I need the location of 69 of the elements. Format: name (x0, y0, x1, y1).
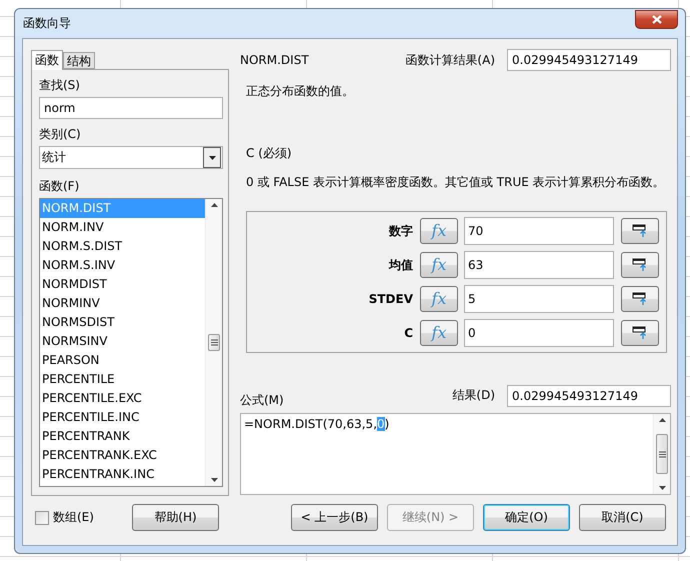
function-item[interactable]: NORMDIST (40, 275, 205, 294)
function-item[interactable]: PERCENTRANK.EXC (40, 446, 205, 465)
collapse-button[interactable] (621, 252, 659, 278)
function-item[interactable]: PERCENTILE (40, 370, 205, 389)
argument-label: C (403, 326, 414, 340)
scroll-down-icon[interactable] (210, 478, 218, 482)
category-value: 统计 (42, 149, 66, 166)
function-item[interactable]: NORMSDIST (40, 313, 205, 332)
function-description: 正态分布函数的值。 (245, 83, 355, 100)
ok-button[interactable]: 确定(O) (483, 504, 570, 531)
argument-field[interactable]: 5 (464, 285, 614, 313)
scroll-thumb[interactable] (208, 334, 220, 351)
help-button[interactable]: 帮助(H) (132, 504, 219, 531)
collapse-dialog-icon (632, 224, 648, 238)
function-item[interactable]: PERCENTRANK.INC (40, 465, 205, 484)
search-field[interactable]: norm (39, 97, 223, 119)
argument-field[interactable]: 0 (464, 319, 614, 347)
functions-label: 函数(F) (39, 179, 80, 194)
function-item[interactable]: NORMSINV (40, 332, 205, 351)
cancel-button[interactable]: 取消(C) (579, 504, 666, 531)
function-result-field: 0.029945493127149 (507, 49, 671, 71)
function-item[interactable]: NORM.INV (40, 218, 205, 237)
scroll-up-icon[interactable] (658, 418, 666, 422)
function-item[interactable]: NORMINV (40, 294, 205, 313)
array-label: 数组(E) (53, 509, 94, 526)
result-field: 0.029945493127149 (507, 384, 671, 406)
collapse-dialog-icon (632, 326, 648, 340)
formula-label: 公式(M) (240, 392, 284, 409)
scroll-grip-icon (210, 339, 218, 346)
formula-scrollbar[interactable] (653, 414, 670, 494)
window-title: 函数向导 (22, 15, 71, 32)
tab[interactable]: 函数 (31, 50, 63, 70)
category-dropdown[interactable]: 统计 (39, 146, 223, 169)
collapse-button[interactable] (621, 218, 659, 244)
formula-scroll-thumb[interactable] (656, 434, 668, 474)
argument-description: 0 或 FALSE 表示计算概率密度函数。其它值或 TRUE 表示计算累积分布函数。 (245, 174, 666, 191)
function-item[interactable]: PERCENTILE.EXC (40, 389, 205, 408)
search-label: 查找(S) (39, 78, 81, 93)
function-result-label: 函数计算结果(A) (405, 52, 495, 68)
argument-title: C (必须) (245, 145, 293, 162)
function-item[interactable]: PERCENTRANK (40, 427, 205, 446)
close-button[interactable] (635, 10, 678, 28)
function-item[interactable]: NORM.S.DIST (40, 237, 205, 256)
tab[interactable]: 结构 (63, 52, 95, 69)
function-name: NORM.DIST (240, 53, 309, 67)
array-checkbox[interactable] (35, 510, 49, 524)
argument-field[interactable]: 63 (464, 251, 614, 279)
argument-label: 均值 (388, 256, 414, 274)
collapse-dialog-icon (632, 258, 648, 272)
formula-field[interactable]: =NORM.DIST(70,63,5,0) (240, 413, 671, 495)
function-item[interactable]: PEARSON (40, 351, 205, 370)
argument-label: STDEV (368, 292, 414, 306)
collapse-dialog-icon (632, 292, 648, 306)
close-icon (652, 14, 662, 24)
function-item[interactable]: PERCENTILE.INC (40, 408, 205, 427)
category-label: 类别(C) (39, 127, 82, 142)
caret-icon (208, 156, 216, 160)
scroll-grip-icon (658, 450, 666, 458)
back-button[interactable]: < 上一步(B) (291, 504, 378, 531)
result-label: 结果(D) (452, 387, 495, 404)
scrollbar[interactable] (205, 199, 222, 486)
dropdown-button[interactable] (203, 147, 221, 168)
collapse-button[interactable] (621, 320, 659, 346)
scroll-up-icon[interactable] (210, 203, 218, 207)
argument-field[interactable]: 70 (464, 217, 614, 245)
scroll-down-icon[interactable] (658, 486, 666, 490)
function-item[interactable]: NORM.S.INV (40, 256, 205, 275)
argument-label: 数字 (388, 222, 414, 240)
collapse-button[interactable] (621, 286, 659, 312)
